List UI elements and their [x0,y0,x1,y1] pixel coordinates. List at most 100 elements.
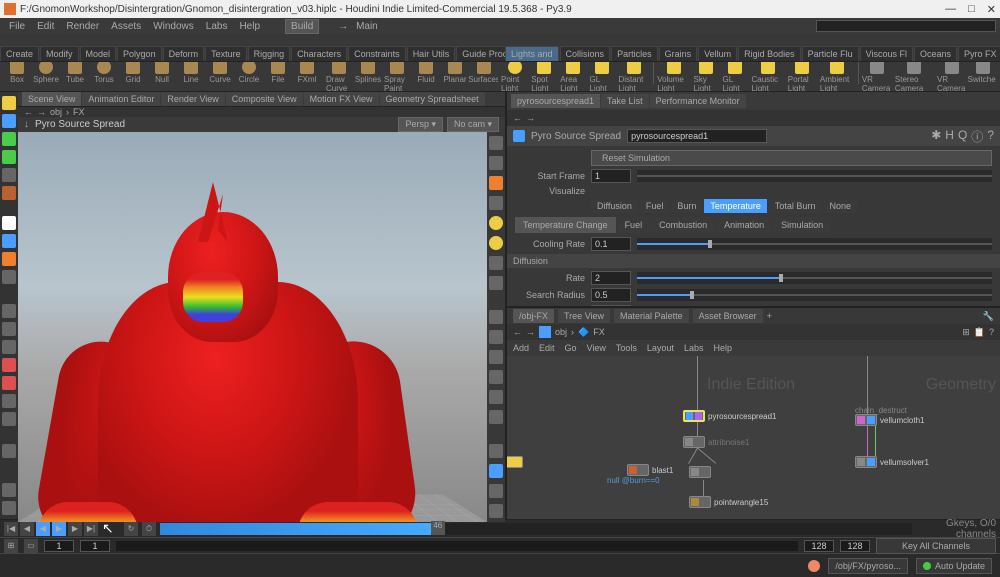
reset-simulation-button[interactable]: Reset Simulation [591,150,992,166]
camera-selector[interactable]: No cam ▾ [447,117,499,132]
display-icon[interactable] [489,484,503,498]
menu-windows[interactable]: Windows [148,20,199,33]
tool-icon[interactable] [2,168,16,182]
range-slider[interactable] [116,541,798,551]
radius-input[interactable] [591,288,631,302]
viz-burn[interactable]: Burn [671,199,702,213]
viz-fuel[interactable]: Fuel [640,199,670,213]
net-tab[interactable]: Tree View [558,309,610,323]
tool-light[interactable]: Ambient Light [820,62,855,92]
cook-path[interactable]: /obj/FX/pyroso... [828,558,908,574]
tab-node[interactable]: pyrosourcespread1 [511,94,600,108]
display-icon[interactable] [489,330,503,344]
shelf-tab[interactable]: Particles [611,46,658,61]
viewport-3d[interactable] [18,132,487,522]
last-frame[interactable] [804,540,834,552]
add-tab-icon[interactable]: + [767,311,772,321]
persp-selector[interactable]: Persp ▾ [398,117,443,132]
realtime-button[interactable]: ⏱ [142,522,156,536]
network-canvas[interactable]: Indie Edition Geometry pyrosourcespread1 [507,356,1000,519]
tool-camera[interactable]: VR Camera [937,62,967,92]
first-frame-button[interactable]: |◀ [4,522,18,536]
tab-takelist[interactable]: Take List [601,94,649,108]
node-name-input[interactable] [627,129,767,143]
forward-icon[interactable]: → [526,327,535,337]
node-cropped[interactable] [507,456,523,468]
subtab-simulation[interactable]: Simulation [773,217,831,233]
menu-edit[interactable]: Edit [32,20,59,33]
tool-icon[interactable] [2,132,16,146]
node-vellumsolver[interactable]: vellumsolver1 [855,456,929,468]
tab-geo-spreadsheet[interactable]: Geometry Spreadsheet [380,92,485,106]
display-icon[interactable] [489,410,503,424]
net-tab[interactable]: Asset Browser [693,309,763,323]
shelf-tab[interactable]: Collisions [560,46,611,61]
back-icon[interactable]: ← [513,327,522,337]
tool-sphere[interactable]: Sphere [33,62,59,92]
tool-light[interactable]: Portal Light [788,62,817,92]
tab-motionfx[interactable]: Motion FX View [304,92,379,106]
btn[interactable]: ▭ [24,539,38,553]
tool-item[interactable]: Draw Curve [326,62,352,92]
forward-icon[interactable]: → [526,113,535,123]
display-icon[interactable] [489,176,503,190]
tool-light[interactable]: Distant Light [618,62,650,92]
tool-camera[interactable]: VR Camera [862,62,892,92]
lighting-icon[interactable] [489,216,503,230]
tab-render-view[interactable]: Render View [161,92,224,106]
display-icon[interactable] [489,390,503,404]
shelf-tab[interactable]: Characters [291,46,347,61]
tool-icon[interactable] [2,186,16,200]
subtab-fuel[interactable]: Fuel [617,217,651,233]
slider[interactable] [637,272,992,284]
tool-fxml[interactable]: FXml [294,62,320,92]
start-frame-input[interactable] [591,169,631,183]
shelf-tab[interactable]: Rigid Bodies [738,46,801,61]
shelf-tab[interactable]: Viscous Fl [860,46,913,61]
shelf-tab[interactable]: Guide Process [456,46,505,61]
tool-light[interactable]: Area Light [560,62,586,92]
shelf-tab[interactable]: Particle Flu [802,46,859,61]
tool-icon[interactable] [2,96,16,110]
section-diffusion[interactable]: Diffusion [507,254,1000,268]
cooling-rate-input[interactable] [591,237,631,251]
viz-totalburn[interactable]: Total Burn [769,199,822,213]
next-frame-button[interactable]: ▶ [68,522,82,536]
net-menu-labs[interactable]: Labs [684,343,704,353]
end-frame[interactable] [840,540,870,552]
rate-input[interactable] [591,271,631,285]
tool-icon[interactable] [2,270,16,284]
tool-light[interactable]: GL Light [589,62,615,92]
shelf-tab[interactable]: Texture [205,46,247,61]
net-menu-view[interactable]: View [587,343,606,353]
search-icon[interactable]: Q [958,128,967,145]
subtab-combustion[interactable]: Combustion [651,217,715,233]
net-menu-help[interactable]: Help [713,343,732,353]
node-null[interactable] [689,466,711,478]
tool-icon[interactable] [2,234,16,248]
tool-icon[interactable] [2,322,16,336]
tab-perfmon[interactable]: Performance Monitor [650,94,746,108]
menu-help[interactable]: Help [234,20,265,33]
tool-icon[interactable] [2,304,16,318]
display-icon[interactable] [489,310,503,324]
shelf-tab[interactable]: Vellum [698,46,737,61]
path-obj[interactable]: obj [555,327,567,337]
timeline-track[interactable]: 46 [160,523,912,535]
loop-button[interactable]: ↻ [124,522,138,536]
tool-circle[interactable]: Circle [236,62,262,92]
tool-light[interactable]: GL Light [722,62,748,92]
last-frame-button[interactable]: ▶| [84,522,98,536]
tool-item[interactable]: Planar [442,62,468,92]
lighting-icon[interactable] [489,236,503,250]
tool-file[interactable]: File [265,62,291,92]
tool-icon[interactable] [2,340,16,354]
net-menu-edit[interactable]: Edit [539,343,555,353]
tool-item[interactable]: Surfaces [471,62,497,92]
tool-camera[interactable]: Stereo Camera [895,62,934,92]
menu-render[interactable]: Render [61,20,104,33]
path-fx[interactable]: FX [73,107,85,117]
tab-scene-view[interactable]: Scene View [22,92,81,106]
slider[interactable] [637,238,992,250]
tool-curve[interactable]: Curve [207,62,233,92]
